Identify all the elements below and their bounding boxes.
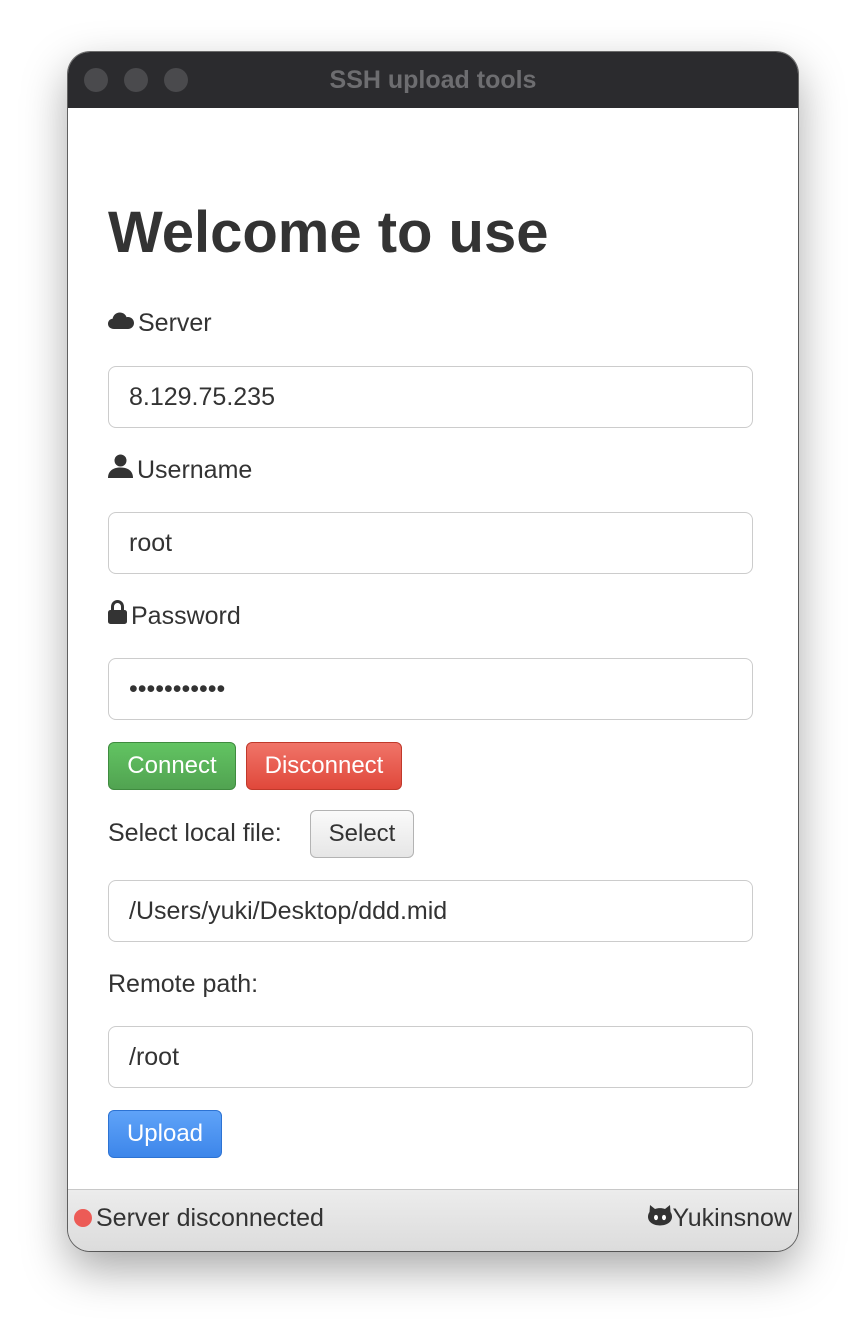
title-bar[interactable]: SSH upload tools	[68, 52, 798, 108]
username-label-text: Username	[137, 455, 253, 484]
local-file-path-input[interactable]	[108, 880, 753, 942]
server-input[interactable]	[108, 366, 753, 428]
author-name[interactable]: Yukinsnow	[672, 1204, 792, 1233]
window-title: SSH upload tools	[329, 66, 537, 94]
author-link[interactable]: Yukinsnow	[648, 1190, 792, 1246]
upload-button[interactable]: Upload	[108, 1110, 222, 1158]
password-input[interactable]	[108, 658, 753, 720]
password-label-text: Password	[131, 601, 241, 630]
disconnect-button[interactable]: Disconnect	[246, 742, 402, 790]
remote-path-label: Remote path:	[108, 970, 259, 998]
connection-status: Server disconnected	[74, 1190, 324, 1246]
password-label: Password	[108, 599, 241, 631]
server-label-text: Server	[138, 309, 212, 337]
page-title: Welcome to use	[108, 200, 549, 265]
lock-icon	[108, 599, 131, 631]
remote-path-input[interactable]	[108, 1026, 753, 1088]
local-file-label: Select local file:	[108, 819, 282, 847]
username-label: Username	[108, 454, 252, 485]
select-file-button[interactable]: Select	[310, 810, 414, 858]
status-text: Server disconnected	[96, 1204, 324, 1232]
connect-button[interactable]: Connect	[108, 742, 236, 790]
status-indicator-dot	[74, 1209, 92, 1227]
server-label: Server	[108, 308, 212, 338]
cloud-icon	[108, 308, 138, 338]
status-bar: Server disconnected Yukinsnow	[68, 1189, 798, 1251]
github-icon	[648, 1204, 673, 1233]
app-window: SSH upload tools Welcome to use Server U…	[68, 52, 798, 1251]
username-input[interactable]	[108, 512, 753, 574]
user-icon	[108, 454, 137, 485]
